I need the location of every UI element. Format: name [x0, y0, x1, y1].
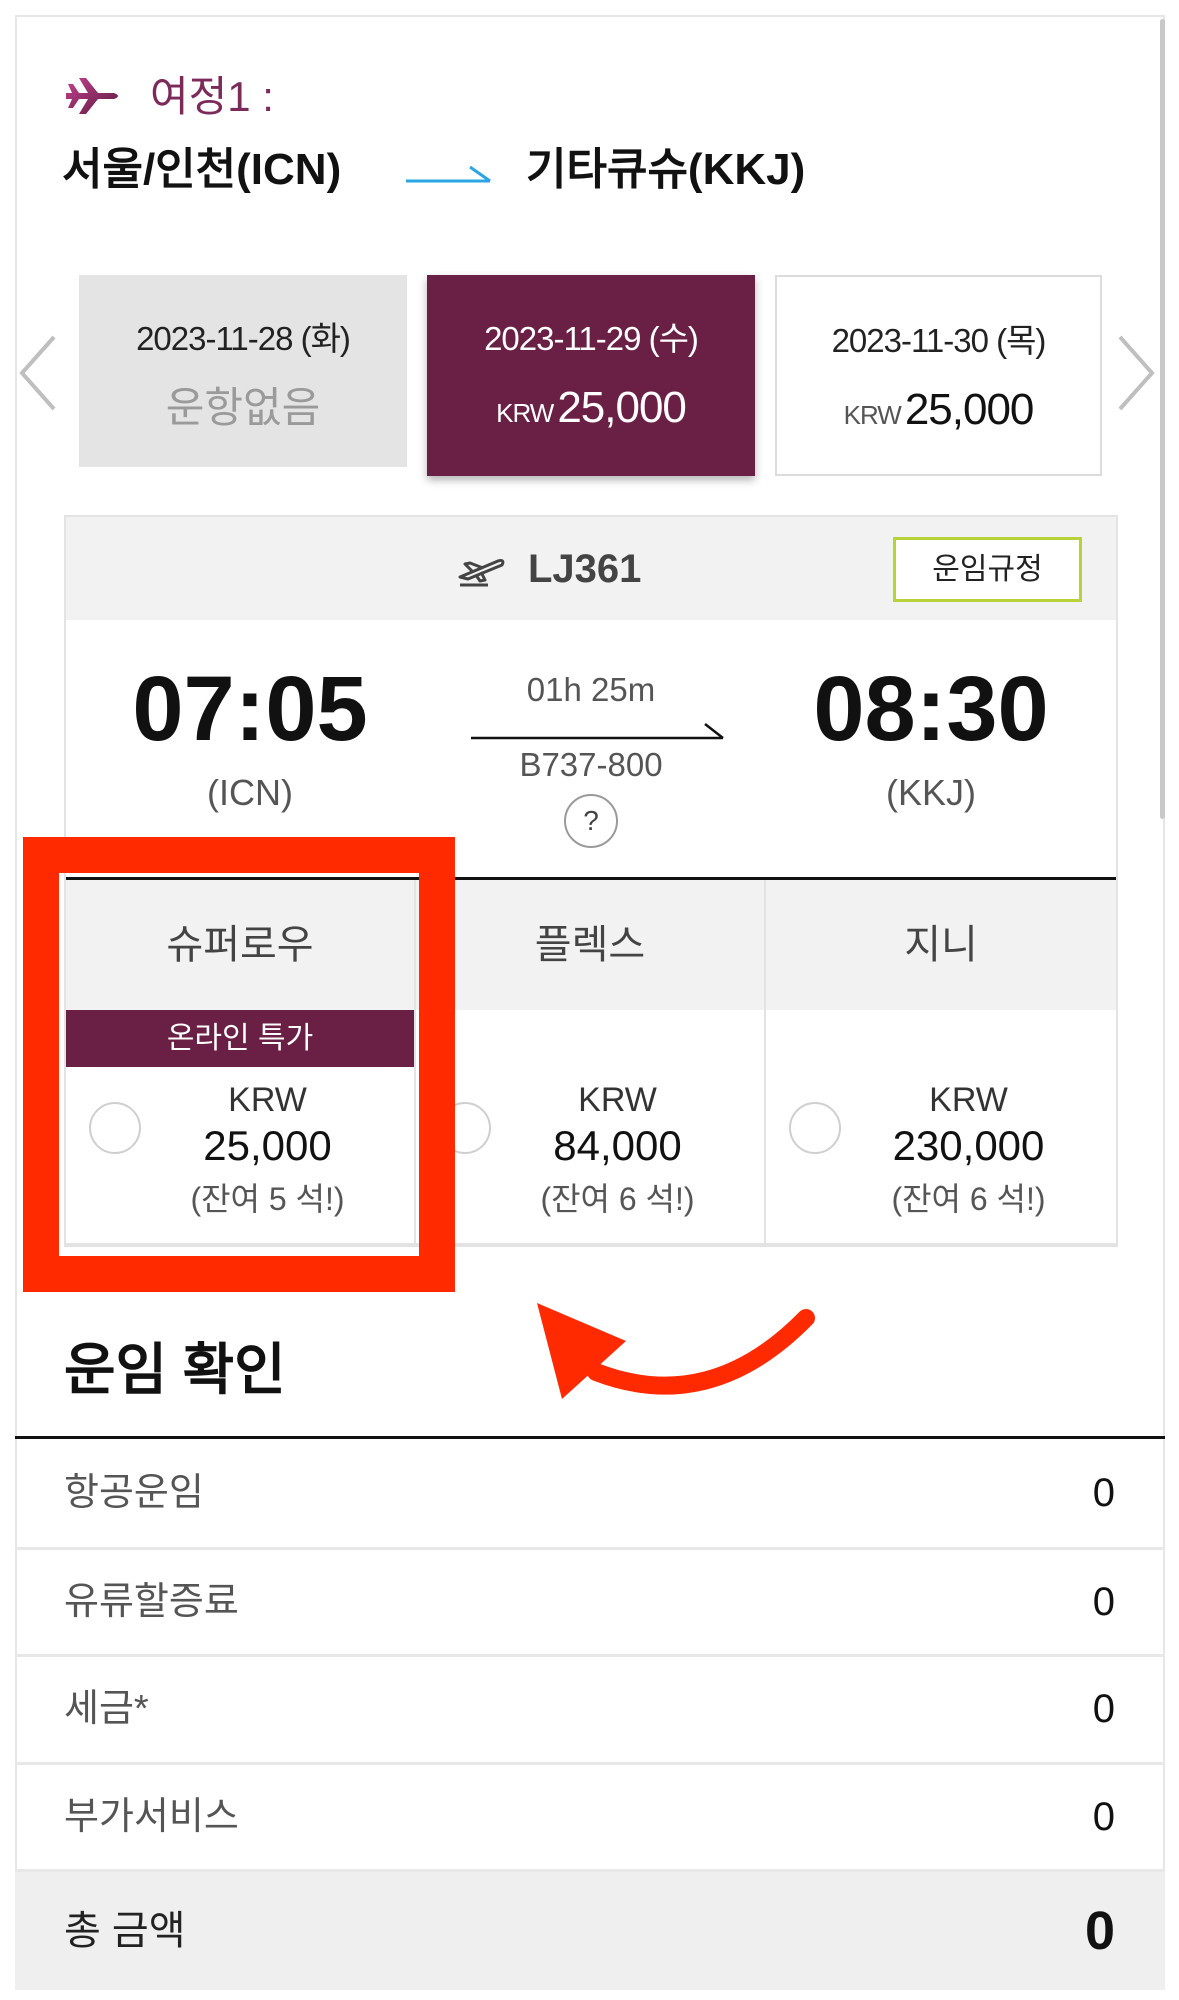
- tab-status: 운항없음: [165, 384, 321, 431]
- summary-value: 0: [1092, 1687, 1115, 1731]
- tab-amount: 25,000: [557, 383, 687, 432]
- curved-arrow-icon: [520, 1290, 830, 1420]
- summary-total-row: 총 금액 0: [15, 1872, 1165, 1990]
- summary-row-fuel-surcharge: 유류할증료 0: [15, 1550, 1165, 1657]
- flight-number: LJ361: [528, 547, 642, 591]
- fare-option-jini[interactable]: 지니 KRW 230,000 (잔여 6 석!): [766, 880, 1116, 1245]
- fare-name: 지니: [766, 880, 1116, 1010]
- scrollbar[interactable]: [1160, 19, 1165, 819]
- chevron-left-icon[interactable]: [18, 335, 58, 411]
- departure-airport: (ICN): [207, 772, 293, 813]
- total-value: 0: [1084, 1901, 1115, 1961]
- summary-label: 유류할증료: [64, 1581, 239, 1623]
- question-icon[interactable]: ?: [564, 794, 618, 848]
- itinerary-label: 여정1 :: [150, 73, 274, 120]
- fare-summary-title: 운임 확인: [64, 1338, 286, 1401]
- summary-label: 부가서비스: [64, 1796, 239, 1838]
- summary-value: 0: [1092, 1471, 1115, 1515]
- date-tab-2023-11-30[interactable]: 2023-11-30 (목) KRW25,000: [775, 275, 1102, 476]
- fare-price: 230,000: [892, 1122, 1045, 1169]
- airplane-icon: [64, 76, 122, 116]
- summary-value: 0: [1092, 1795, 1115, 1839]
- departure-icon: [454, 552, 506, 588]
- fare-seats-left: (잔여 6 석!): [540, 1181, 695, 1217]
- departure-time: 07:05: [132, 658, 368, 760]
- flight-duration: 01h 25m: [526, 671, 656, 708]
- aircraft-type: B737-800: [519, 746, 663, 783]
- fare-price: 84,000: [553, 1122, 682, 1169]
- date-tab-2023-11-29[interactable]: 2023-11-29 (수) KRW25,000: [427, 275, 755, 476]
- arrival-time: 08:30: [813, 658, 1049, 760]
- arrival-airport: (KKJ): [886, 772, 976, 813]
- tab-currency: KRW: [496, 398, 554, 428]
- origin-city: 서울/인천(ICN): [62, 145, 342, 194]
- summary-row-tax: 세금* 0: [15, 1657, 1165, 1765]
- fare-currency: KRW: [578, 1081, 657, 1119]
- tab-date: 2023-11-29 (수): [484, 320, 699, 357]
- summary-value: 0: [1092, 1580, 1115, 1624]
- date-tab-2023-11-28[interactable]: 2023-11-28 (화) 운항없음: [79, 275, 407, 467]
- summary-label: 세금*: [64, 1688, 149, 1730]
- annotation-highlight-box: [23, 837, 455, 1292]
- destination-city: 기타큐슈(KKJ): [526, 145, 806, 194]
- fare-rules-button[interactable]: 운임규정: [893, 537, 1082, 602]
- tab-price: KRW25,000: [427, 379, 755, 447]
- fare-option-flex[interactable]: 플렉스 KRW 84,000 (잔여 6 석!): [416, 880, 766, 1245]
- chevron-right-icon[interactable]: [1116, 335, 1156, 411]
- route-arrow-icon: [406, 160, 492, 184]
- flight-header: LJ361 운임규정: [66, 517, 1116, 620]
- tab-date: 2023-11-28 (화): [136, 320, 351, 357]
- summary-row-extras: 부가서비스 0: [15, 1765, 1165, 1872]
- tab-amount: 25,000: [904, 385, 1035, 434]
- fare-body[interactable]: KRW 230,000 (잔여 6 석!): [766, 1010, 1116, 1245]
- summary-label: 항공운임: [64, 1472, 204, 1514]
- tab-price: KRW25,000: [777, 381, 1100, 449]
- tab-currency: KRW: [843, 400, 902, 430]
- fare-seats-left: (잔여 6 석!): [891, 1181, 1046, 1217]
- total-label: 총 금액: [64, 1909, 186, 1953]
- duration-arrow-icon: [471, 717, 725, 741]
- tab-date: 2023-11-30 (목): [831, 322, 1047, 359]
- fare-currency: KRW: [929, 1081, 1008, 1119]
- fare-body[interactable]: KRW 84,000 (잔여 6 석!): [416, 1010, 766, 1245]
- fare-name: 플렉스: [416, 880, 766, 1010]
- summary-row-airfare: 항공운임 0: [15, 1439, 1165, 1550]
